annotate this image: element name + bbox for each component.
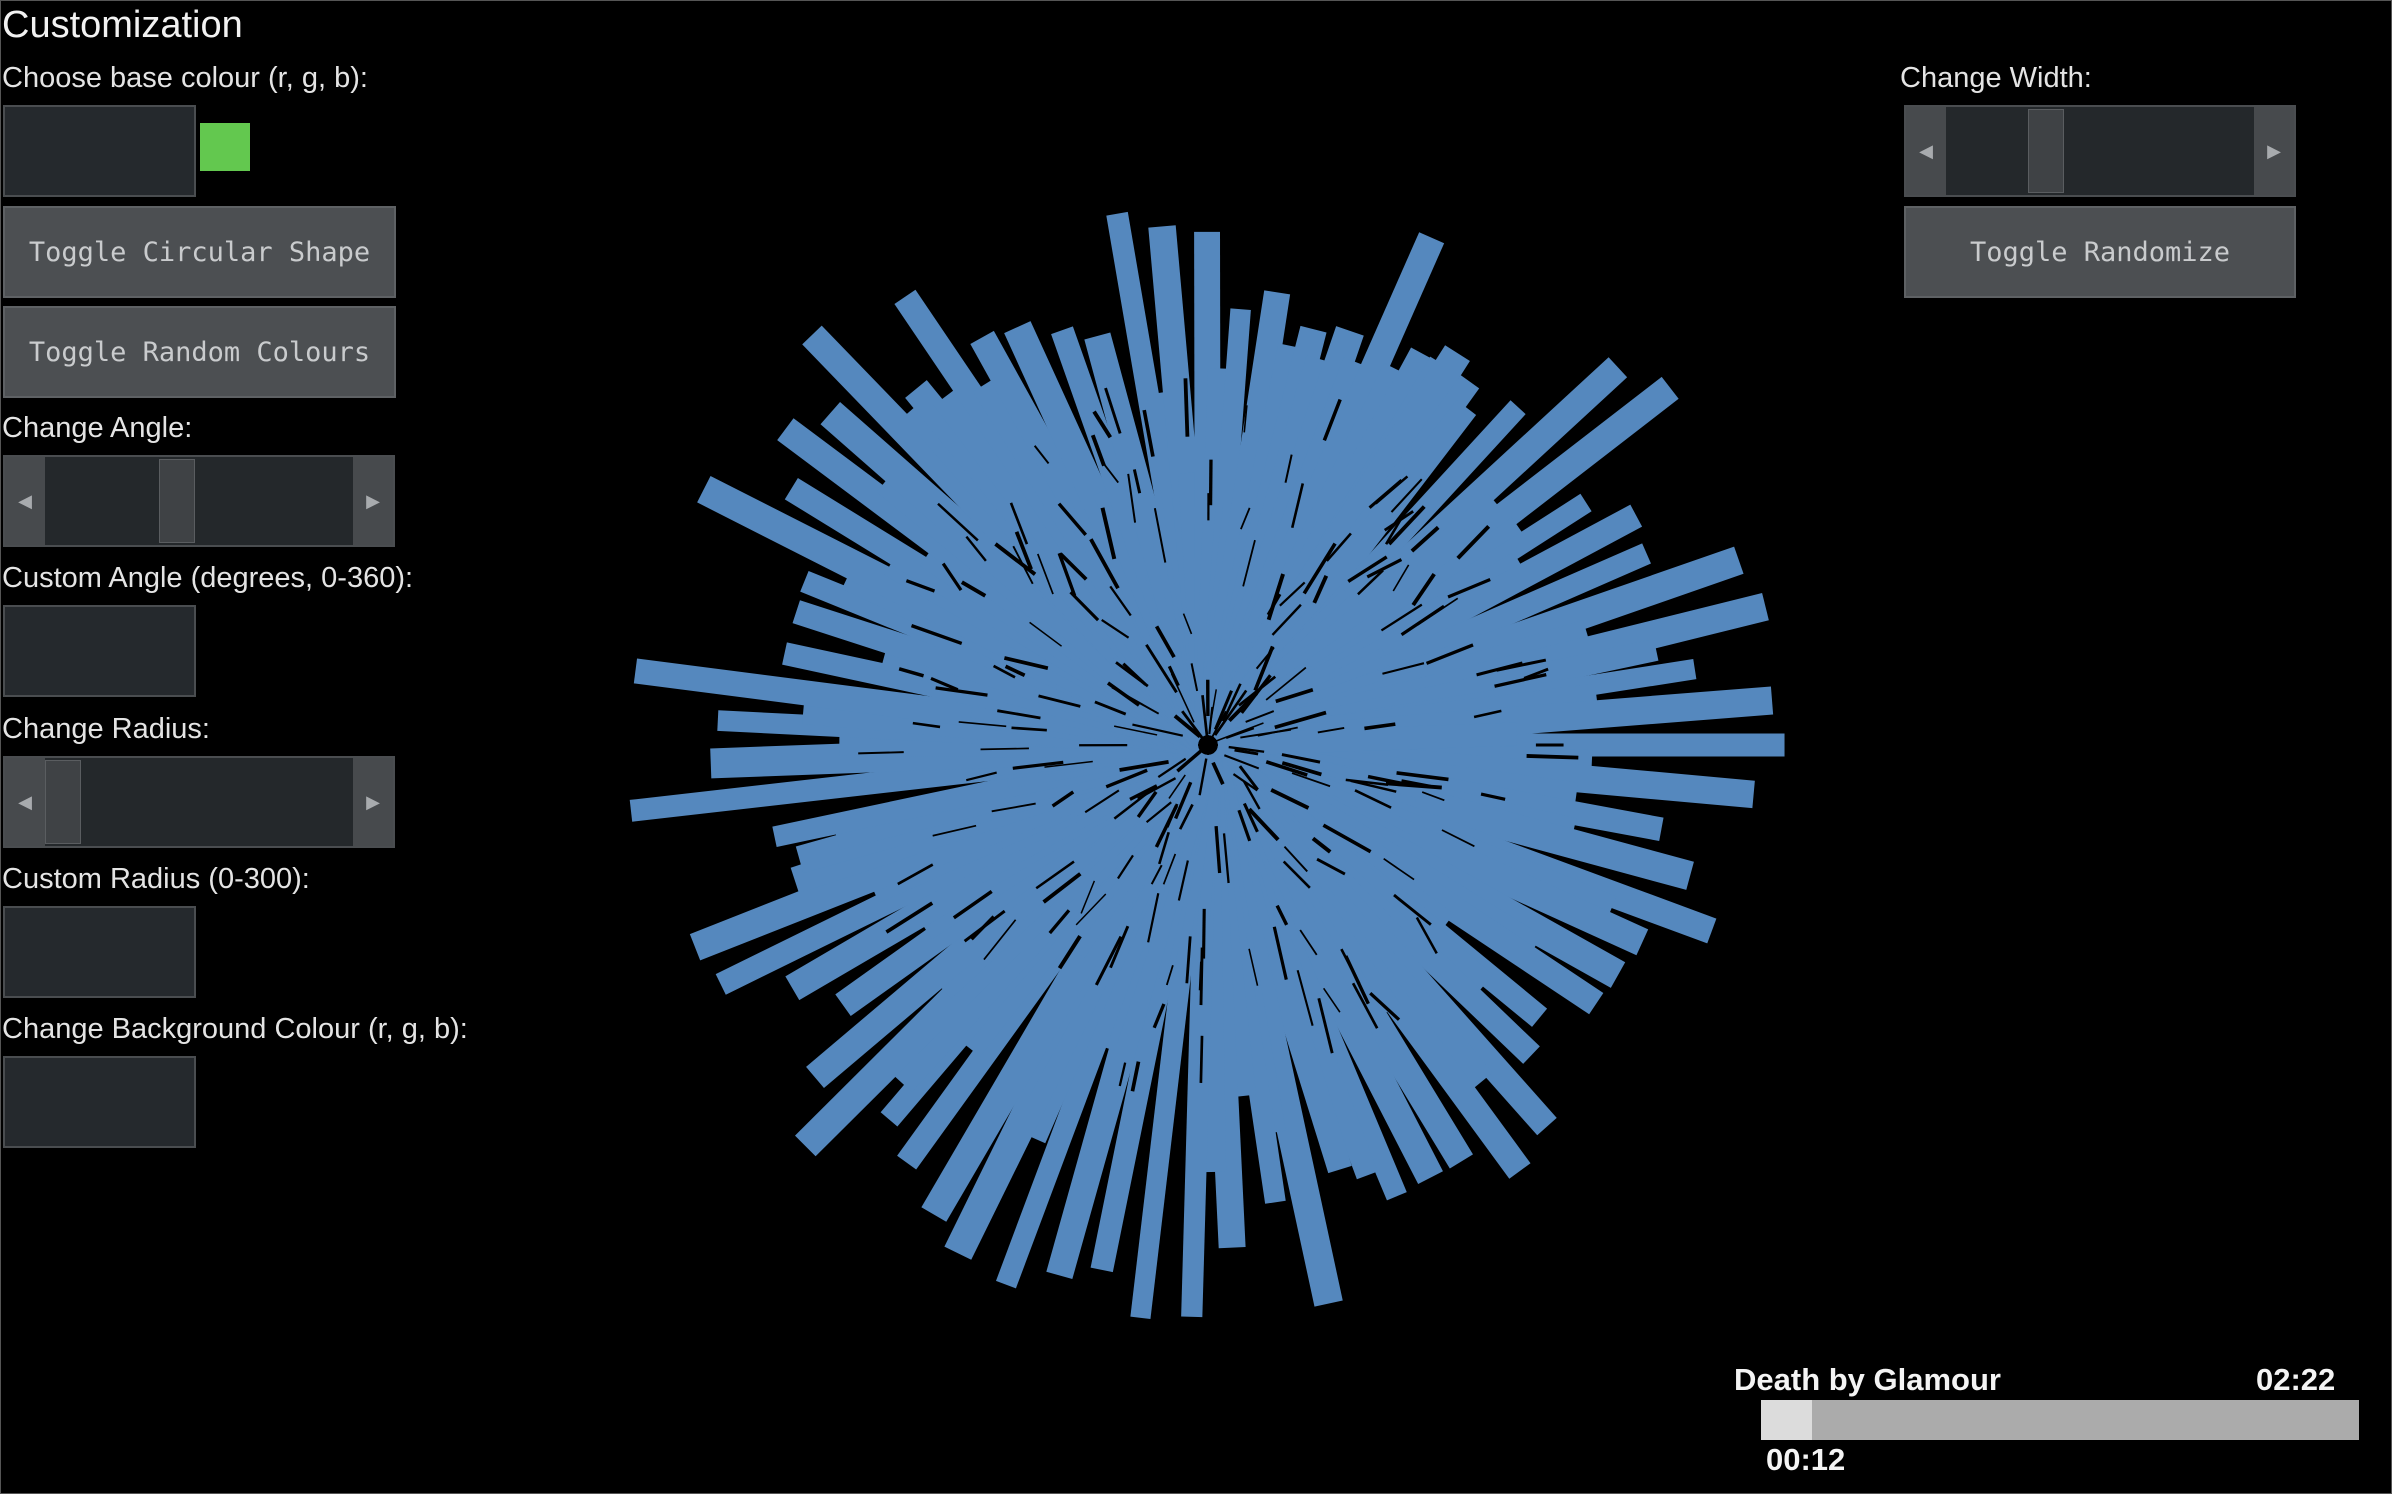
visualizer-gap bbox=[858, 751, 904, 755]
track-title: Death by Glamour bbox=[1734, 1362, 2001, 1397]
visualizer-gap bbox=[1199, 1035, 1204, 1083]
track-progress-fill bbox=[1761, 1400, 1812, 1440]
visualizer-gap bbox=[1183, 378, 1190, 437]
visualizer-gap bbox=[1198, 961, 1203, 991]
track-duration: 02:22 bbox=[2256, 1362, 2336, 1397]
visualizer-gap bbox=[980, 747, 1029, 751]
visualizer-gap bbox=[1202, 908, 1206, 959]
track-elapsed: 00:12 bbox=[1766, 1442, 1846, 1477]
audio-visualizer bbox=[629, 211, 1785, 1319]
visualizer-gap bbox=[1526, 754, 1579, 760]
track-progress-bar[interactable] bbox=[1761, 1400, 2359, 1440]
